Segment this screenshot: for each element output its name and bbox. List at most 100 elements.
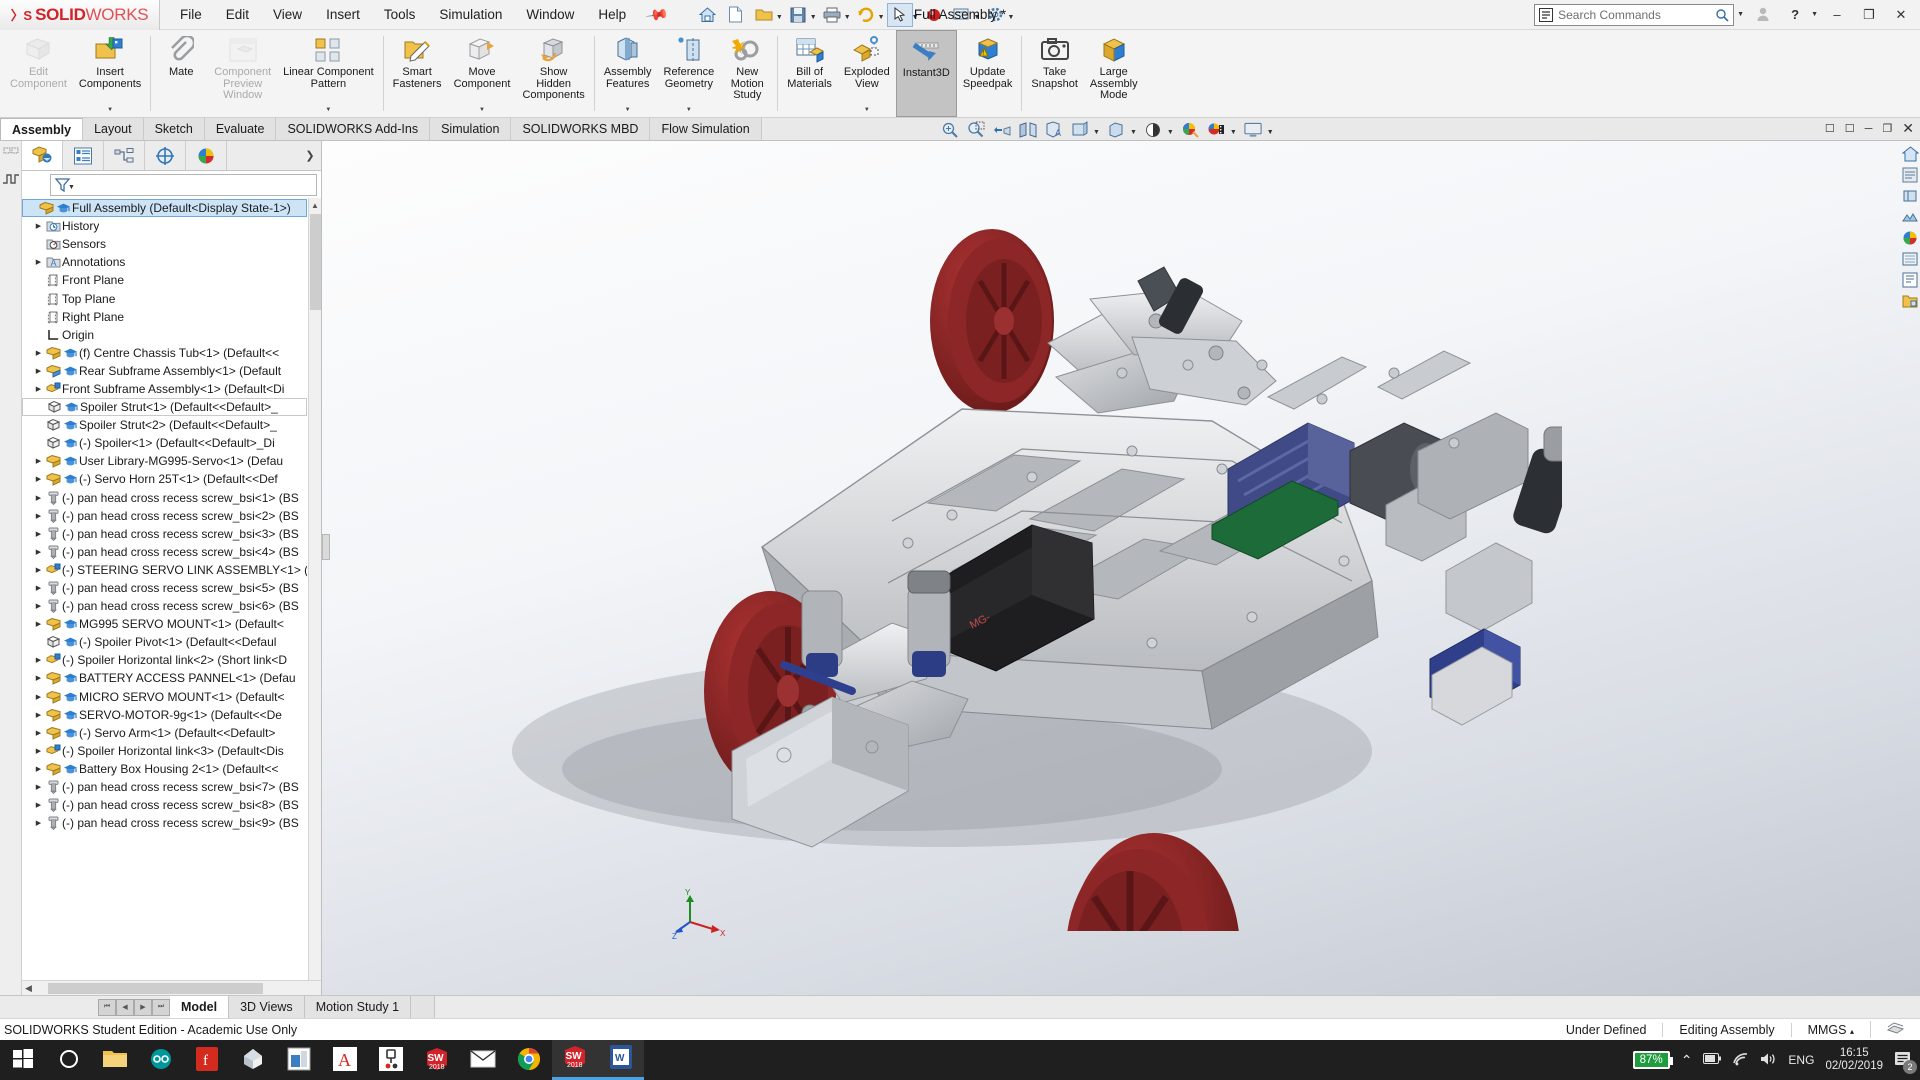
- tree-item[interactable]: ▶ (-) pan head cross recess screw_bsi<7> …: [22, 778, 307, 796]
- wifi-icon[interactable]: [1732, 1052, 1749, 1069]
- tree-expand-arrow-icon[interactable]: ▶: [32, 494, 45, 502]
- user-account-icon[interactable]: [1750, 2, 1776, 28]
- pin-icon[interactable]: 📌: [645, 2, 671, 28]
- appearance-caret[interactable]: ▼: [1167, 129, 1174, 136]
- tab-configuration-manager[interactable]: [104, 141, 145, 170]
- model-tab-nav-buttons[interactable]: ⏮ ◀ ▶ ⏭: [98, 996, 170, 1018]
- word-button[interactable]: W: [598, 1040, 644, 1080]
- tree-item[interactable]: ▶ (-) pan head cross recess screw_bsi<5> …: [22, 579, 307, 597]
- tree-expand-arrow-icon[interactable]: ▶: [32, 222, 45, 230]
- tree-item[interactable]: ▶ (-) pan head cross recess screw_bsi<4> …: [22, 543, 307, 561]
- battery-icon[interactable]: [1703, 1053, 1722, 1067]
- tree-item[interactable]: ▶ Front Subframe Assembly<1> (Default<Di: [22, 380, 307, 398]
- tab-evaluate[interactable]: Evaluate: [204, 118, 277, 140]
- tray-chevron-up-icon[interactable]: ⌃: [1681, 1052, 1693, 1069]
- tree-expand-arrow-icon[interactable]: ▶: [32, 602, 45, 610]
- tree-expand-arrow-icon[interactable]: ▶: [32, 620, 45, 628]
- tree-item[interactable]: ▶ (-) Spoiler Horizontal link<3> (Default…: [22, 742, 307, 760]
- tree-item[interactable]: ▶ (-) Spoiler Pivot<1> (Default<<Defaul: [22, 633, 307, 651]
- bottom-tab-motion-study-1[interactable]: Motion Study 1: [304, 996, 412, 1018]
- tree-expand-arrow-icon[interactable]: ▶: [32, 819, 45, 827]
- view-orientation-home-icon[interactable]: [1901, 145, 1919, 163]
- menu-insert[interactable]: Insert: [326, 7, 360, 22]
- print-icon[interactable]: [819, 3, 845, 27]
- tab-display-manager[interactable]: [186, 141, 227, 170]
- start-button[interactable]: [0, 1040, 46, 1080]
- view-settings-icon[interactable]: [1244, 120, 1263, 139]
- file-explorer-button[interactable]: [92, 1040, 138, 1080]
- tree-expand-arrow-icon[interactable]: ▶: [32, 693, 45, 701]
- tree-item[interactable]: ▶ (-) pan head cross recess screw_bsi<1> …: [22, 489, 307, 507]
- arduino-button[interactable]: [138, 1040, 184, 1080]
- prev-icon[interactable]: ◀: [116, 998, 134, 1016]
- ribbon-dropdown-caret[interactable]: ▼: [686, 105, 692, 117]
- tree-item[interactable]: ▶ BATTERY ACCESS PANNEL<1> (Defau: [22, 669, 307, 687]
- first-icon[interactable]: ⏮: [98, 998, 116, 1016]
- display-panel-icon[interactable]: [1901, 166, 1919, 184]
- ribbon-button-exploded-view[interactable]: Exploded View ▼: [838, 30, 896, 117]
- hide-show-items-icon[interactable]: [1107, 120, 1126, 139]
- tree-item[interactable]: ▶ MG995 SERVO MOUNT<1> (Default<: [22, 615, 307, 633]
- next-icon[interactable]: ▶: [134, 998, 152, 1016]
- scroll-up-arrow[interactable]: ▲: [309, 198, 321, 212]
- tree-item[interactable]: ▶ Spoiler Strut<2> (Default<<Default>_: [22, 416, 307, 434]
- tree-expand-arrow-icon[interactable]: ▶: [32, 548, 45, 556]
- menu-edit[interactable]: Edit: [226, 7, 249, 22]
- tree-item[interactable]: ▶ Full Assembly (Default<Display State-1>…: [22, 199, 307, 218]
- ribbon-button-component-preview-window[interactable]: Component Preview Window: [208, 30, 277, 117]
- panel-expand-chevron-right-icon[interactable]: ❯: [299, 141, 321, 170]
- ribbon-button-update-speedpak[interactable]: ! Update Speedpak: [957, 30, 1019, 117]
- tree-item[interactable]: ▶ A Annotations: [22, 253, 307, 271]
- ribbon-button-insert-components[interactable]: Insert Components ▼: [73, 30, 147, 117]
- tree-item[interactable]: ▶ SERVO-MOTOR-9g<1> (Default<<De: [22, 706, 307, 724]
- tab-flow-simulation[interactable]: Flow Simulation: [650, 118, 762, 140]
- tree-item[interactable]: ▶ Top Plane: [22, 289, 307, 307]
- undo-icon[interactable]: [853, 3, 879, 27]
- tab-assembly[interactable]: Assembly: [0, 118, 84, 140]
- units-label[interactable]: MMGS ▴: [1790, 1022, 1870, 1037]
- tab-property-manager[interactable]: [63, 141, 104, 170]
- tree-item[interactable]: ▶ (-) Servo Horn 25T<1> (Default<<Def: [22, 470, 307, 488]
- minimize-button[interactable]: –: [1824, 2, 1850, 28]
- tab-sketch[interactable]: Sketch: [143, 118, 205, 140]
- tree-expand-arrow-icon[interactable]: ▶: [32, 457, 45, 465]
- section-view-icon[interactable]: [1018, 120, 1037, 139]
- tab-solidworks-add-ins[interactable]: SOLIDWORKS Add-Ins: [276, 118, 431, 140]
- undo-dropdown-caret[interactable]: ▼: [878, 14, 885, 21]
- tree-expand-arrow-icon[interactable]: ▶: [32, 530, 45, 538]
- chrome-button[interactable]: [506, 1040, 552, 1080]
- fritzing-button[interactable]: [368, 1040, 414, 1080]
- tree-expand-arrow-icon[interactable]: ▶: [32, 584, 45, 592]
- ribbon-dropdown-caret[interactable]: ▼: [479, 105, 485, 117]
- help-dropdown-caret[interactable]: ▼: [1811, 11, 1818, 18]
- mail-button[interactable]: [460, 1040, 506, 1080]
- help-icon[interactable]: ?: [1782, 2, 1808, 28]
- tree-expand-arrow-icon[interactable]: ▶: [32, 656, 45, 664]
- tree-horizontal-scrollbar[interactable]: ◀: [22, 980, 321, 995]
- overlay-icon[interactable]: [1870, 1021, 1920, 1038]
- bottom-tab-model[interactable]: Model: [170, 996, 230, 1018]
- tree-item[interactable]: ▶ (-) Spoiler Horizontal link<2> (Short l…: [22, 651, 307, 669]
- menu-window[interactable]: Window: [526, 7, 574, 22]
- tree-item[interactable]: ▶ Battery Box Housing 2<1> (Default<<: [22, 760, 307, 778]
- hide-show-caret[interactable]: ▼: [1130, 129, 1137, 136]
- tree-filter-bar[interactable]: ▼: [50, 174, 317, 196]
- search-dropdown-caret[interactable]: ▼: [1737, 11, 1744, 18]
- ribbon-button-new-motion-study[interactable]: New Motion Study: [720, 30, 774, 117]
- language-indicator[interactable]: ENG: [1788, 1053, 1814, 1067]
- restore-button[interactable]: ❐: [1856, 2, 1882, 28]
- menu-file[interactable]: File: [180, 7, 202, 22]
- onshape-button[interactable]: [230, 1040, 276, 1080]
- store-button[interactable]: [276, 1040, 322, 1080]
- tree-expand-arrow-icon[interactable]: ▶: [32, 475, 45, 483]
- search-commands-box[interactable]: Search Commands: [1534, 3, 1735, 26]
- panel-splitter-handle[interactable]: [322, 533, 330, 560]
- tree-item[interactable]: ▶ (f) Centre Chassis Tub<1> (Default<<: [22, 344, 307, 362]
- tree-expand-arrow-icon[interactable]: ▶: [32, 729, 45, 737]
- volume-icon[interactable]: [1760, 1052, 1777, 1069]
- ribbon-button-large-assembly-mode[interactable]: Large Assembly Mode: [1084, 30, 1144, 117]
- lights-cameras-icon[interactable]: [1901, 250, 1919, 268]
- restore-down-icon[interactable]: ☐: [1825, 122, 1835, 135]
- zoom-to-area-icon[interactable]: [966, 120, 985, 139]
- tree-item[interactable]: ▶ (-) pan head cross recess screw_bsi<3> …: [22, 525, 307, 543]
